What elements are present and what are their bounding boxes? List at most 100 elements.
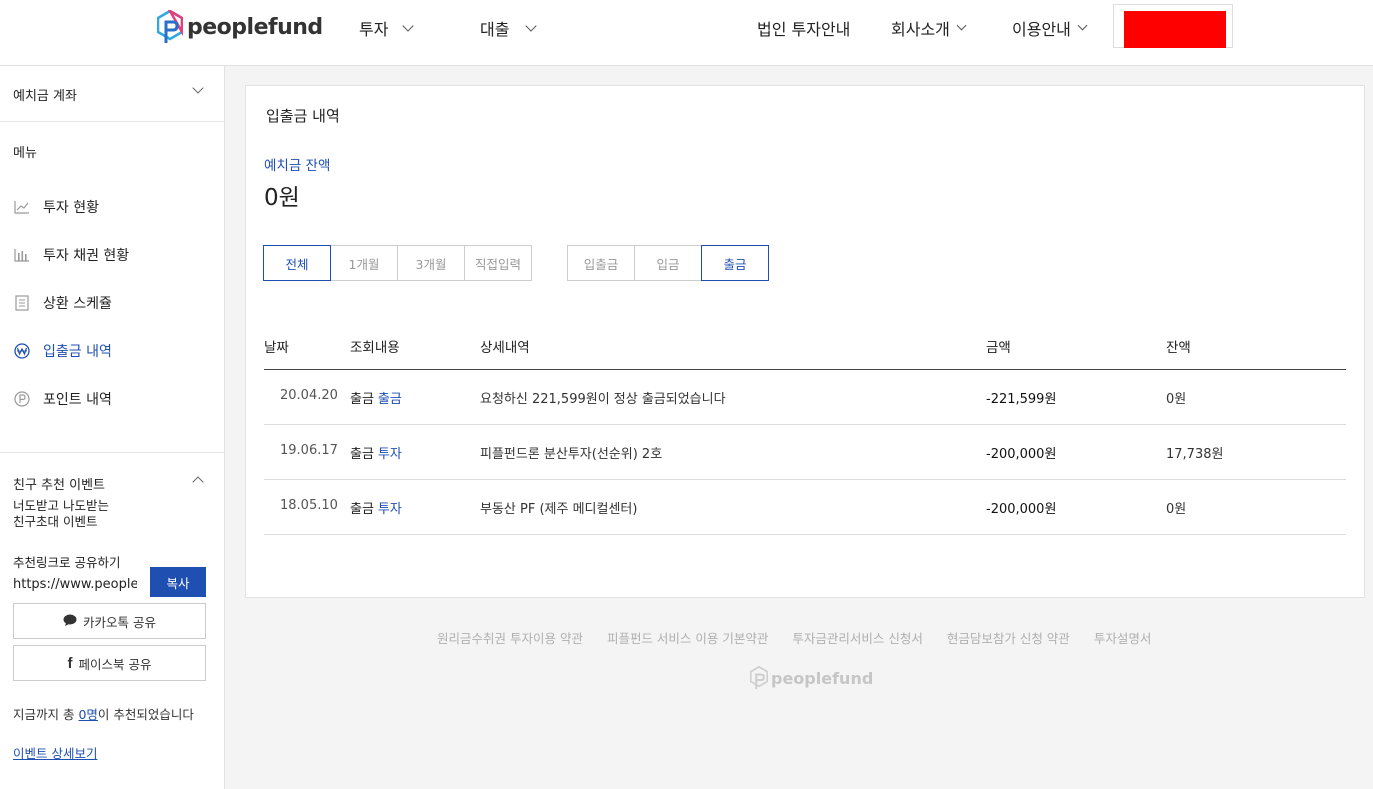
- filter-3-month[interactable]: 3개월: [397, 245, 465, 281]
- sidebar-item-bond-status[interactable]: 투자 채권 현황: [13, 245, 129, 265]
- event-detail-link[interactable]: 이벤트 상세보기: [13, 743, 97, 762]
- sidebar-item-points[interactable]: 포인트 내역: [13, 389, 112, 409]
- nav-corporate-invest-label: 법인 투자안내: [757, 20, 851, 39]
- logo-text: peoplefund: [187, 14, 323, 40]
- redacted-username: [1124, 11, 1226, 48]
- chevron-up-icon[interactable]: [192, 476, 204, 488]
- facebook-icon: f: [67, 654, 73, 672]
- won-icon: [13, 342, 31, 360]
- facebook-share-button[interactable]: f 페이스북 공유: [13, 645, 206, 681]
- row-balance: 0원: [1166, 502, 1187, 517]
- row-amount: -221,599원: [986, 392, 1057, 407]
- row-balance: 17,738원: [1166, 447, 1224, 462]
- type-filter-group: 입출금 입금 출금: [567, 245, 769, 281]
- event-subtitle: 너도받고 나도받는 친구초대 이벤트: [13, 498, 109, 530]
- footer-link-collateral[interactable]: 현금담보참가 신청 약관: [947, 628, 1070, 647]
- nav-invest[interactable]: 투자: [359, 16, 415, 40]
- divider: [0, 452, 224, 453]
- event-title: 친구 추천 이벤트: [13, 478, 105, 493]
- peoplefund-logo[interactable]: peoplefund: [157, 10, 323, 44]
- copy-button[interactable]: 복사: [150, 567, 206, 597]
- kakao-share-label: 카카오톡 공유: [83, 614, 156, 630]
- row-subkind: 투자: [377, 502, 402, 517]
- table-row: 19.06.17 출금 투자 피플펀드론 분산투자(선순위) 2호 -200,00…: [264, 425, 1346, 480]
- nav-company-label: 회사소개: [891, 20, 950, 39]
- line-chart-icon: [13, 198, 31, 216]
- nav-guide[interactable]: 이용안내: [1012, 16, 1088, 40]
- footer-link-fund-management[interactable]: 투자금관리서비스 신청서: [792, 628, 922, 647]
- row-subkind: 투자: [377, 447, 402, 462]
- filter-withdraw[interactable]: 출금: [701, 245, 769, 281]
- nav-loan[interactable]: 대출: [480, 16, 538, 40]
- footer-link-terms-invest[interactable]: 원리금수취권 투자이용 약관: [437, 628, 583, 647]
- transaction-history-card: 입출금 내역 예치금 잔액 0원 전체 1개월 3개월 직접입력 입출금 입금 …: [245, 85, 1365, 598]
- event-subtitle-line: 너도받고 나도받는: [13, 498, 109, 513]
- footer-logo-text: peoplefund: [771, 668, 874, 688]
- row-detail: 피플펀드론 분산투자(선순위) 2호: [480, 447, 663, 462]
- footer-links: 원리금수취권 투자이용 약관 피플펀드 서비스 이용 기본약관 투자금관리서비스…: [437, 628, 1175, 647]
- page-title: 입출금 내역: [266, 107, 340, 125]
- point-icon: [13, 390, 31, 408]
- filter-deposit-withdraw[interactable]: 입출금: [567, 245, 635, 281]
- row-date: 19.06.17: [280, 443, 338, 458]
- nav-corporate-invest[interactable]: 법인 투자안내: [757, 16, 850, 40]
- sidebar-item-label: 투자 현황: [43, 200, 99, 216]
- footer-link-prospectus[interactable]: 투자설명서: [1094, 628, 1152, 647]
- row-type: 출금 출금: [350, 388, 402, 407]
- row-subkind: 출금: [377, 392, 402, 407]
- sidebar-item-repay-schedule[interactable]: 상환 스케쥴: [13, 293, 112, 313]
- row-balance: 0원: [1166, 392, 1187, 407]
- filter-1-month[interactable]: 1개월: [330, 245, 398, 281]
- row-amount: -200,000원: [986, 502, 1057, 517]
- divider: [0, 121, 224, 122]
- recommend-count-text: 지금까지 총 0명이 추천되었습니다: [13, 704, 194, 723]
- event-subtitle-line: 친구초대 이벤트: [13, 514, 98, 529]
- table-row: 20.04.20 출금 출금 요청하신 221,599원이 정상 출금되었습니다 …: [264, 370, 1346, 425]
- filter-all[interactable]: 전체: [263, 245, 331, 281]
- row-kind: 출금: [350, 447, 374, 462]
- row-type: 출금 투자: [350, 498, 402, 517]
- sidebar-item-label: 포인트 내역: [43, 392, 112, 408]
- recommend-count-suffix: 이 추천되었습니다: [97, 707, 194, 722]
- footer-link-terms-service[interactable]: 피플펀드 서비스 이용 기본약관: [607, 628, 768, 647]
- header-balance: 잔액: [1166, 340, 1191, 356]
- row-detail: 요청하신 221,599원이 정상 출금되었습니다: [480, 392, 726, 407]
- table-row: 18.05.10 출금 투자 부동산 PF (제주 메디컬센터) -200,000…: [264, 480, 1346, 535]
- menu-title: 메뉴: [13, 146, 37, 161]
- header-type: 조회내용: [350, 340, 400, 356]
- row-date: 20.04.20: [280, 388, 338, 403]
- filter-deposit[interactable]: 입금: [634, 245, 702, 281]
- sidebar: 예치금 계좌 메뉴 투자 현황 투자 채권 현황 상환 스케쥴 입출금 내역 포…: [0, 66, 225, 789]
- table-header: 날짜 조회내용 상세내역 금액 잔액: [264, 326, 1346, 370]
- share-url-input[interactable]: [13, 570, 137, 598]
- top-navigation: peoplefund 투자 대출 법인 투자안내 회사소개 이용안내: [0, 0, 1373, 66]
- chevron-down-icon[interactable]: [192, 82, 204, 94]
- user-menu-button[interactable]: [1113, 4, 1233, 48]
- nav-guide-label: 이용안내: [1012, 20, 1071, 39]
- recommend-count-link[interactable]: 0명: [78, 707, 97, 722]
- nav-company[interactable]: 회사소개: [891, 16, 967, 40]
- sidebar-item-invest-status[interactable]: 투자 현황: [13, 197, 99, 217]
- header-date: 날짜: [264, 340, 289, 356]
- sidebar-item-label: 입출금 내역: [43, 344, 112, 360]
- transaction-table: 날짜 조회내용 상세내역 금액 잔액 20.04.20 출금 출금 요청하신 22…: [264, 326, 1346, 535]
- document-icon: [13, 294, 31, 312]
- header-amount: 금액: [986, 340, 1011, 356]
- share-link-label: 추천링크로 공유하기: [13, 555, 121, 570]
- filter-custom[interactable]: 직접입력: [464, 245, 532, 281]
- chevron-down-icon: [525, 19, 538, 32]
- header-detail: 상세내역: [480, 340, 530, 356]
- row-kind: 출금: [350, 502, 374, 517]
- row-type: 출금 투자: [350, 443, 402, 462]
- balance-label: 예치금 잔액: [264, 158, 331, 174]
- peoplefund-logo-icon: [750, 666, 768, 690]
- speech-bubble-icon: [63, 614, 77, 629]
- kakao-share-button[interactable]: 카카오톡 공유: [13, 603, 206, 639]
- chevron-down-icon: [956, 20, 967, 31]
- row-amount: -200,000원: [986, 447, 1057, 462]
- bar-chart-icon: [13, 246, 31, 264]
- peoplefund-logo-icon: [157, 10, 183, 43]
- balance-value: 0원: [264, 185, 300, 211]
- sidebar-item-deposit-history[interactable]: 입출금 내역: [13, 341, 112, 361]
- sidebar-item-label: 투자 채권 현황: [43, 248, 130, 264]
